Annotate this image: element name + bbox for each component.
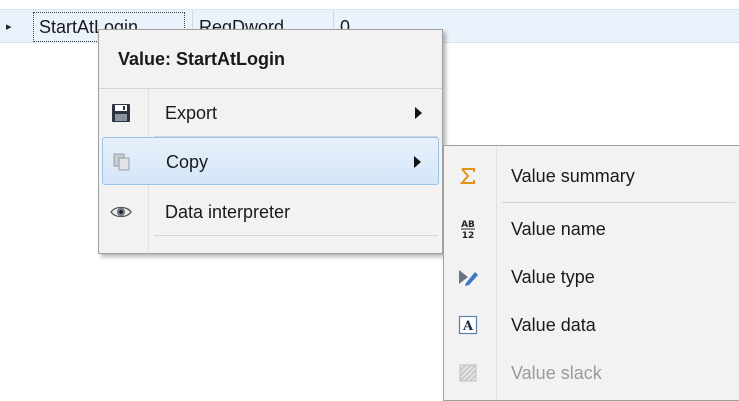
submenu-item-label: Value data (511, 315, 596, 335)
submenu-item-label: Value name (511, 219, 606, 239)
submenu-item-label: Value type (511, 267, 595, 287)
floppy-disk-icon (109, 101, 133, 125)
submenu-item-value-slack[interactable]: Value slack (444, 349, 739, 397)
type-pencil-icon (456, 265, 480, 289)
submenu-item-value-data[interactable]: A Value data (444, 301, 739, 349)
row-expander-icon[interactable]: ▸ (6, 10, 12, 44)
menu-item-label: Data interpreter (165, 202, 291, 222)
ab-12-icon: AB 12 (456, 217, 480, 241)
svg-text:A: A (462, 319, 474, 334)
copy-submenu: Value summary AB 12 Value name Value typ… (443, 145, 739, 401)
submenu-arrow-icon (414, 156, 421, 168)
menu-item-copy[interactable]: Copy (102, 137, 439, 185)
submenu-item-value-summary[interactable]: Value summary (444, 152, 739, 200)
submenu-item-value-name[interactable]: AB 12 Value name (444, 205, 739, 253)
submenu-item-value-type[interactable]: Value type (444, 253, 739, 301)
context-menu-header: Value: StartAtLogin (99, 30, 442, 89)
value-context-menu: Value: StartAtLogin Export Copy Data int… (98, 29, 443, 254)
svg-text:12: 12 (462, 231, 475, 240)
submenu-item-label: Value slack (511, 363, 602, 383)
copy-icon (110, 150, 134, 174)
hatched-square-icon (456, 361, 480, 385)
menu-item-label: Export (165, 103, 218, 123)
menu-item-export[interactable]: Export (99, 89, 442, 137)
menu-separator (502, 202, 735, 203)
sigma-icon (456, 164, 480, 188)
eye-icon (109, 200, 133, 224)
submenu-item-label: Value summary (511, 166, 635, 186)
letter-a-icon: A (456, 313, 480, 337)
menu-item-data-interpreter[interactable]: Data interpreter (99, 188, 442, 236)
menu-item-label: Copy (166, 152, 209, 172)
submenu-arrow-icon (415, 107, 422, 119)
